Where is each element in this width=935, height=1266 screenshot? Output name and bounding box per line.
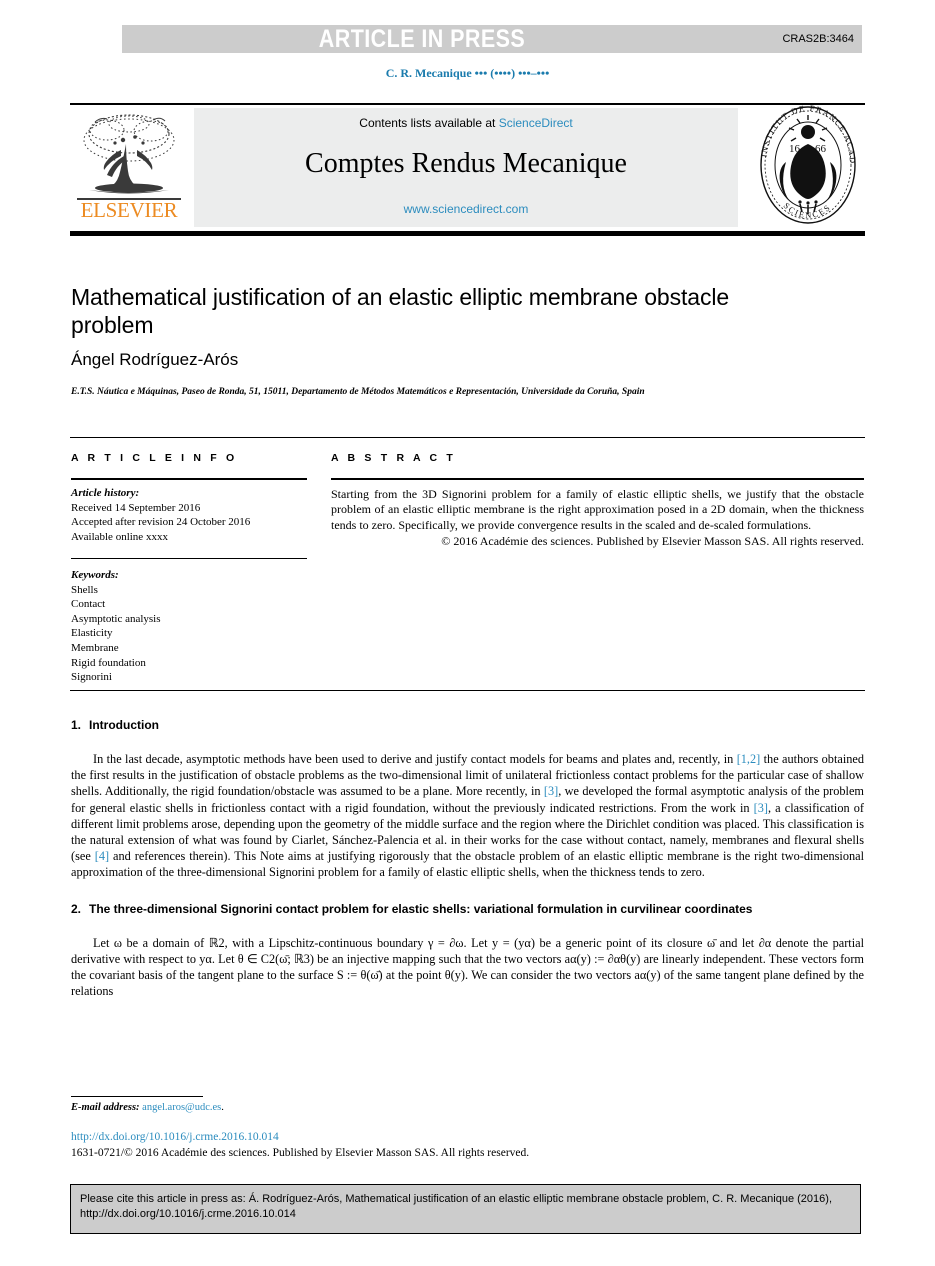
section-number: 1.	[71, 718, 82, 732]
sciencedirect-link[interactable]: ScienceDirect	[499, 116, 573, 130]
abstract-heading: A B S T R A C T	[331, 452, 456, 464]
academie-des-sciences-seal: INSTITUT DE FRANCE ACADEMIE DES SCIENCES…	[752, 96, 860, 226]
academy-seal-icon: INSTITUT DE FRANCE ACADEMIE DES SCIENCES…	[752, 96, 857, 224]
article-info-rule	[71, 478, 307, 480]
keywords-divider-rule	[71, 558, 307, 559]
email-link[interactable]: angel.aros@udc.es	[142, 1102, 221, 1113]
keywords-block: Keywords: Shells Contact Asymptotic anal…	[71, 568, 307, 685]
page-title: Mathematical justification of an elastic…	[71, 284, 730, 338]
article-info-column: A R T I C L E I N F O Article history: R…	[71, 452, 307, 685]
article-body: 1. Introduction In the last decade, asymp…	[71, 718, 864, 999]
email-suffix: .	[221, 1102, 224, 1113]
article-history-block: Article history: Received 14 September 2…	[71, 486, 307, 544]
elsevier-logo: ELSEVIER	[73, 110, 185, 225]
elsevier-wordmark: ELSEVIER	[80, 198, 178, 222]
article-history-label: Article history:	[71, 487, 140, 499]
masthead-bottom-rule	[70, 231, 865, 236]
intro-text-e: and references therein). This Note aims …	[71, 849, 864, 880]
citation-link-1[interactable]: [1,2]	[737, 752, 761, 766]
journal-title: Comptes Rendus Mecanique	[305, 148, 627, 179]
section-title: The three-dimensional Signorini contact …	[89, 901, 753, 916]
info-block-bottom-rule	[70, 690, 865, 691]
footnote-email: E-mail address: angel.aros@udc.es.	[71, 1102, 224, 1113]
author-affiliation: E.T.S. Náutica e Máquinas, Paseo de Rond…	[71, 387, 645, 397]
history-item: Accepted after revision 24 October 2016	[71, 516, 251, 528]
paragraph-section-2: Let ω be a domain of ℝ2, with a Lipschit…	[71, 935, 864, 999]
citation-link-4[interactable]: [4]	[95, 849, 109, 863]
section-number: 2.	[71, 901, 82, 916]
section-heading-introduction: 1. Introduction	[71, 718, 864, 732]
keyword-item: Rigid foundation	[71, 656, 146, 669]
keyword-item: Asymptotic analysis	[71, 612, 161, 625]
keyword-item: Elasticity	[71, 627, 113, 640]
contents-available-text: Contents lists available at	[359, 116, 499, 130]
section-heading-signorini: 2. The three-dimensional Signorini contac…	[71, 902, 864, 916]
footnote-rule	[71, 1096, 203, 1097]
journal-masthead: Contents lists available at ScienceDirec…	[194, 108, 738, 227]
abstract-copyright: © 2016 Académie des sciences. Published …	[441, 534, 864, 549]
history-item: Available online xxxx	[71, 530, 168, 543]
info-block-top-rule	[70, 437, 865, 438]
section-title: Introduction	[89, 718, 159, 732]
keyword-item: Signorini	[71, 671, 112, 684]
keyword-item: Contact	[71, 598, 106, 611]
please-cite-text: Please cite this article in press as: Á.…	[80, 1193, 833, 1220]
manuscript-id: CRAS2B:3464	[782, 33, 854, 45]
please-cite-box: Please cite this article in press as: Á.…	[70, 1184, 861, 1234]
intro-text-a: In the last decade, asymptotic methods h…	[93, 752, 737, 766]
journal-url[interactable]: www.sciencedirect.com	[194, 202, 738, 216]
article-info-heading: A R T I C L E I N F O	[71, 452, 238, 464]
history-item: Received 14 September 2016	[71, 501, 201, 514]
paragraph-introduction: In the last decade, asymptotic methods h…	[71, 751, 864, 881]
abstract-column: A B S T R A C T Starting from the 3D Sig…	[331, 452, 864, 550]
abstract-rule	[331, 478, 864, 480]
keywords-label: Keywords:	[71, 569, 119, 581]
abstract-text: Starting from the 3D Signorini problem f…	[331, 487, 864, 532]
masthead-top-rule	[70, 103, 865, 105]
article-page: ARTICLE IN PRESS CRAS2B:3464 C. R. Mecan…	[0, 0, 935, 1266]
citation-link-2[interactable]: [3]	[544, 784, 558, 798]
citation-link-3[interactable]: [3]	[754, 801, 768, 815]
issn-copyright-line: 1631-0721/© 2016 Académie des sciences. …	[71, 1147, 530, 1159]
article-in-press-label: ARTICLE IN PRESS	[318, 25, 526, 53]
contents-available-line: Contents lists available at ScienceDirec…	[194, 116, 738, 130]
elsevier-tree-icon	[83, 114, 175, 194]
author-name: Ángel Rodríguez-Arós	[71, 350, 239, 369]
article-in-press-banner: ARTICLE IN PRESS CRAS2B:3464	[122, 25, 862, 53]
keyword-item: Membrane	[71, 641, 119, 654]
keyword-item: Shells	[71, 583, 98, 596]
doi-link[interactable]: http://dx.doi.org/10.1016/j.crme.2016.10…	[71, 1131, 279, 1143]
journal-running-head: C. R. Mecanique ••• (••••) •••–•••	[385, 66, 550, 80]
email-label: E-mail address:	[71, 1102, 140, 1113]
